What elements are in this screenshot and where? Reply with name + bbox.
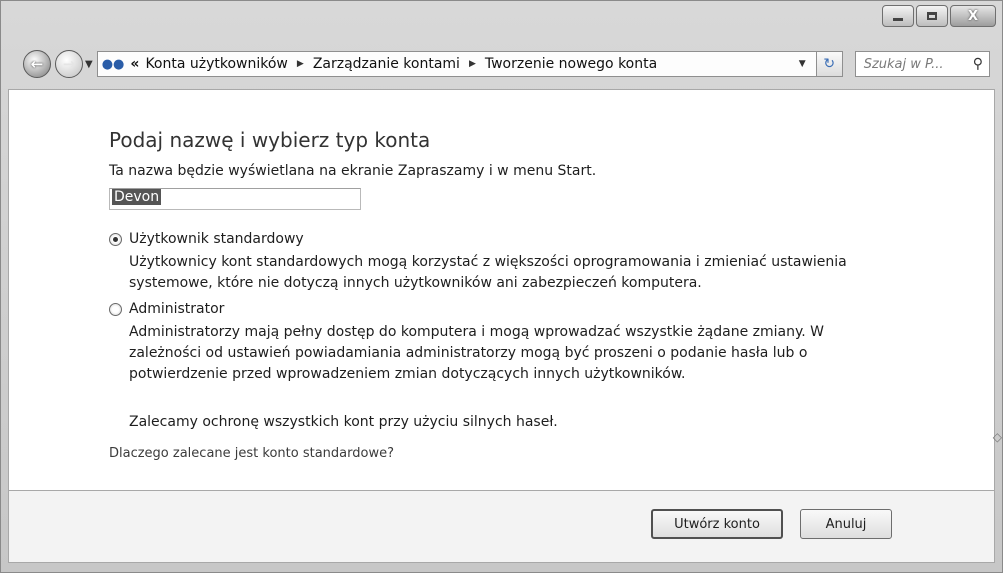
refresh-icon: ↻ [823, 56, 836, 72]
standard-user-description-line: Użytkownicy kont standardowych mogą korz… [129, 254, 847, 270]
address-dropdown-icon[interactable]: ▼ [799, 59, 806, 69]
address-bar[interactable]: ●● « Konta użytkowników ▶ Zarządzanie ko… [96, 51, 817, 77]
cancel-button[interactable]: Anuluj [800, 509, 892, 539]
radio-standard-user[interactable]: Użytkownik standardowy [109, 231, 304, 247]
password-recommendation: Zalecamy ochronę wszystkich kont przy uż… [129, 414, 558, 430]
back-arrow-icon: ← [30, 55, 44, 73]
close-button[interactable]: X [950, 5, 996, 27]
administrator-description-line: zależności od ustawień powiadamiania adm… [129, 345, 808, 361]
account-name-value: Devon [112, 189, 162, 205]
close-icon: X [967, 8, 979, 24]
content-panel: Podaj nazwę i wybierz typ konta Ta nazwa… [8, 89, 995, 491]
why-standard-account-link[interactable]: Dlaczego zalecane jest konto standardowe… [109, 446, 394, 461]
refresh-button[interactable]: ↻ [816, 51, 843, 77]
name-description: Ta nazwa będzie wyświetlana na ekranie Z… [109, 163, 597, 179]
address-overflow-chevron[interactable]: « [130, 56, 139, 72]
administrator-description: Administratorzy mają pełny dostęp do kom… [129, 322, 889, 385]
caption-buttons: X [882, 5, 996, 31]
forward-arrow-icon: → [62, 55, 76, 73]
resize-handle-icon[interactable]: ◇ [993, 430, 1002, 444]
account-name-input[interactable]: Devon [109, 188, 361, 210]
button-bar: Utwórz konto Anuluj [8, 491, 995, 563]
navigation-bar: ← → ▼ ●● « Konta użytkowników ▶ Zarządza… [23, 47, 990, 81]
page-title: Podaj nazwę i wybierz typ konta [109, 128, 431, 152]
create-account-button[interactable]: Utwórz konto [651, 509, 783, 539]
maximize-button[interactable] [916, 5, 948, 27]
standard-user-description: Użytkownicy kont standardowych mogą korz… [129, 252, 889, 294]
administrator-description-line: potwierdzenie przed wprowadzeniem zmian … [129, 366, 686, 382]
breadcrumb-tworzenie-nowego-konta[interactable]: Tworzenie nowego konta [485, 56, 657, 72]
breadcrumb-separator-icon[interactable]: ▶ [297, 59, 304, 69]
create-account-window: X ← → ▼ ●● « Konta użytkowników ▶ Zarząd… [0, 0, 1003, 573]
radio-administrator-control[interactable] [109, 302, 122, 316]
radio-administrator[interactable]: Administrator [109, 301, 224, 317]
search-icon[interactable]: ⚲ [973, 56, 983, 72]
breadcrumb-separator-icon[interactable]: ▶ [469, 59, 476, 69]
breadcrumb-konta-uzytkownikow[interactable]: Konta użytkowników [145, 56, 287, 72]
minimize-button[interactable] [882, 5, 914, 27]
back-button[interactable]: ← [23, 50, 51, 78]
radio-standard-user-control[interactable] [109, 232, 122, 246]
radio-standard-user-label[interactable]: Użytkownik standardowy [129, 231, 304, 247]
search-placeholder: Szukaj w P... [863, 56, 944, 72]
users-icon: ●● [101, 56, 125, 72]
standard-user-description-line: systemowe, które nie dotyczą innych użyt… [129, 275, 702, 291]
radio-administrator-label[interactable]: Administrator [129, 301, 224, 317]
recent-pages-dropdown-icon[interactable]: ▼ [85, 59, 93, 70]
forward-button[interactable]: → [55, 50, 83, 78]
breadcrumb-zarzadzanie-kontami[interactable]: Zarządzanie kontami [313, 56, 460, 72]
search-input[interactable]: Szukaj w P... ⚲ [854, 51, 990, 77]
administrator-description-line: Administratorzy mają pełny dostęp do kom… [129, 324, 825, 340]
